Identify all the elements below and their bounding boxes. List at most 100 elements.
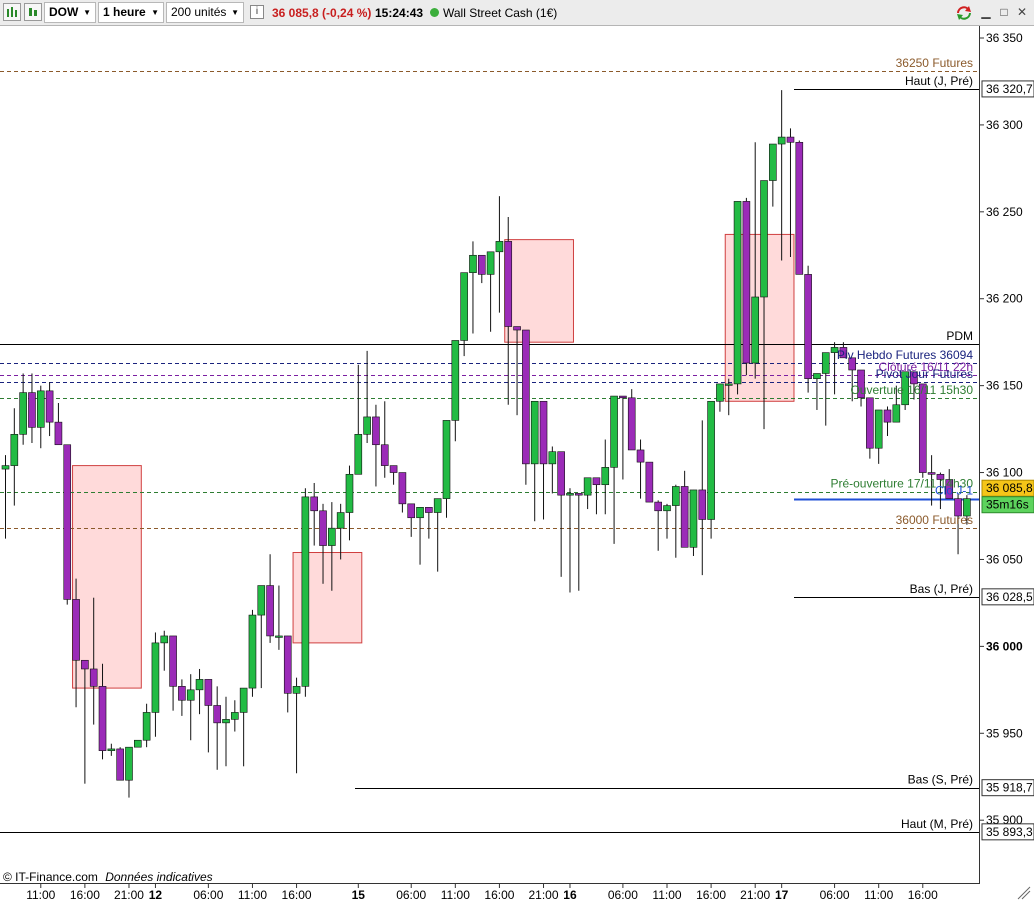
candle-down xyxy=(557,451,565,496)
candle-up xyxy=(239,687,248,713)
candle-up xyxy=(328,527,336,546)
candle-up xyxy=(760,180,768,298)
candle-up xyxy=(142,712,151,741)
candle-down xyxy=(654,501,662,512)
candle-up xyxy=(892,404,901,423)
candle-down xyxy=(883,409,892,423)
candle-down xyxy=(742,201,751,364)
candle-up xyxy=(530,400,539,465)
candle-up xyxy=(195,679,204,691)
candle-up xyxy=(451,340,460,421)
status-dot-icon xyxy=(430,8,439,17)
info-icon[interactable]: i xyxy=(250,5,264,19)
candle-down xyxy=(213,705,221,724)
candle-down xyxy=(372,416,380,446)
candle-down xyxy=(407,503,416,519)
price-tick-label: 36 350 xyxy=(986,31,1023,45)
price-change: 36 085,8 (-0,24 %) xyxy=(272,6,372,20)
countdown-label: 35m16s xyxy=(986,498,1029,512)
level-label: Haut (J, Pré) xyxy=(905,74,973,88)
size-label: 200 unités xyxy=(171,5,227,19)
candle-down xyxy=(98,686,107,751)
candle-down xyxy=(319,510,327,546)
time-tick-label: 06:00 xyxy=(193,888,223,902)
minimize-icon[interactable]: ▁ xyxy=(978,4,994,20)
time-tick-label: 11:00 xyxy=(441,888,470,902)
level-price-label: 35 893,3 xyxy=(986,825,1033,839)
price-tick-label: 36 150 xyxy=(986,379,1023,393)
time-tick-label: 11:00 xyxy=(238,888,267,902)
candle-up xyxy=(460,272,468,341)
candle-down xyxy=(72,599,80,661)
candle-up xyxy=(433,498,442,513)
candles-icon[interactable] xyxy=(24,3,42,21)
close-icon[interactable]: ✕ xyxy=(1014,4,1030,20)
time-tick-label: 16:00 xyxy=(70,888,100,902)
timeframe-select[interactable]: 1 heure ▼ xyxy=(98,2,164,23)
sync-arrows-graphic xyxy=(957,6,971,20)
candle-down xyxy=(927,472,936,475)
level-price-label: 35 918,7 xyxy=(986,781,1033,795)
price-tick-label: 36 000 xyxy=(986,639,1023,653)
candle-down xyxy=(380,444,389,466)
candle-down xyxy=(795,141,804,275)
time-tick-label: 06:00 xyxy=(396,888,426,902)
candle-down xyxy=(866,397,874,449)
candle-up xyxy=(672,486,680,506)
candle-down xyxy=(645,461,654,503)
time-tick-label: 21:00 xyxy=(529,888,559,902)
candle-up xyxy=(354,434,363,475)
candle-down xyxy=(425,507,433,513)
symbol-select[interactable]: DOW ▼ xyxy=(44,2,96,23)
price-chart[interactable]: 36250 FuturesHaut (J, Pré)PDMPiv Hebdo F… xyxy=(0,26,1034,902)
time-tick-label: 06:00 xyxy=(820,888,850,902)
candle-up xyxy=(566,493,574,496)
candle-down xyxy=(204,679,213,706)
time-tick-label: 17 xyxy=(775,888,789,902)
candle-up xyxy=(345,473,354,513)
price-tick-label: 36 050 xyxy=(986,552,1023,566)
time-tick-label: 15 xyxy=(352,888,366,902)
candle-up xyxy=(336,512,345,529)
candle-down xyxy=(504,241,513,327)
candle-up xyxy=(1,465,10,470)
candle-up xyxy=(416,507,424,519)
time-tick-label: 16:00 xyxy=(908,888,938,902)
maximize-icon[interactable]: □ xyxy=(996,4,1012,20)
time-tick-label: 16 xyxy=(563,888,577,902)
candle-up xyxy=(107,748,116,751)
level-price-label: 36 320,7 xyxy=(986,82,1033,96)
candles-icon-graphic xyxy=(29,8,37,16)
sync-arrows-icon[interactable] xyxy=(955,4,973,22)
candle-down xyxy=(574,493,583,496)
candle-down xyxy=(539,400,548,465)
level-label: PDM xyxy=(946,329,973,343)
price-tick-label: 36 250 xyxy=(986,205,1023,219)
price-tick-label: 35 950 xyxy=(986,726,1023,740)
market-name: Wall Street Cash (1€) xyxy=(443,6,558,20)
candle-up xyxy=(716,383,724,402)
candle-up xyxy=(36,390,45,428)
candle-down xyxy=(63,444,72,600)
time-tick-label: 11:00 xyxy=(864,888,893,902)
time-tick-label: 16:00 xyxy=(484,888,514,902)
size-select[interactable]: 200 unités ▼ xyxy=(166,2,244,23)
time-tick-label: 16:00 xyxy=(696,888,726,902)
level-price-label: 36 028,5 xyxy=(986,590,1033,604)
candle-up xyxy=(10,434,19,466)
candle-up xyxy=(707,400,715,520)
candle-down xyxy=(398,472,407,505)
candle-down xyxy=(266,585,274,637)
candle-up xyxy=(663,505,671,512)
candle-up xyxy=(486,251,495,275)
level-label: 36000 Futures xyxy=(896,513,973,527)
candle-down xyxy=(477,254,486,275)
candle-up xyxy=(275,635,283,638)
candle-down xyxy=(169,635,177,687)
bars-icon[interactable] xyxy=(3,3,21,21)
candle-down xyxy=(627,397,636,451)
candle-up xyxy=(363,416,371,435)
candle-up xyxy=(610,395,618,468)
candle-up xyxy=(231,712,239,720)
price-tick-label: 36 100 xyxy=(986,466,1023,480)
